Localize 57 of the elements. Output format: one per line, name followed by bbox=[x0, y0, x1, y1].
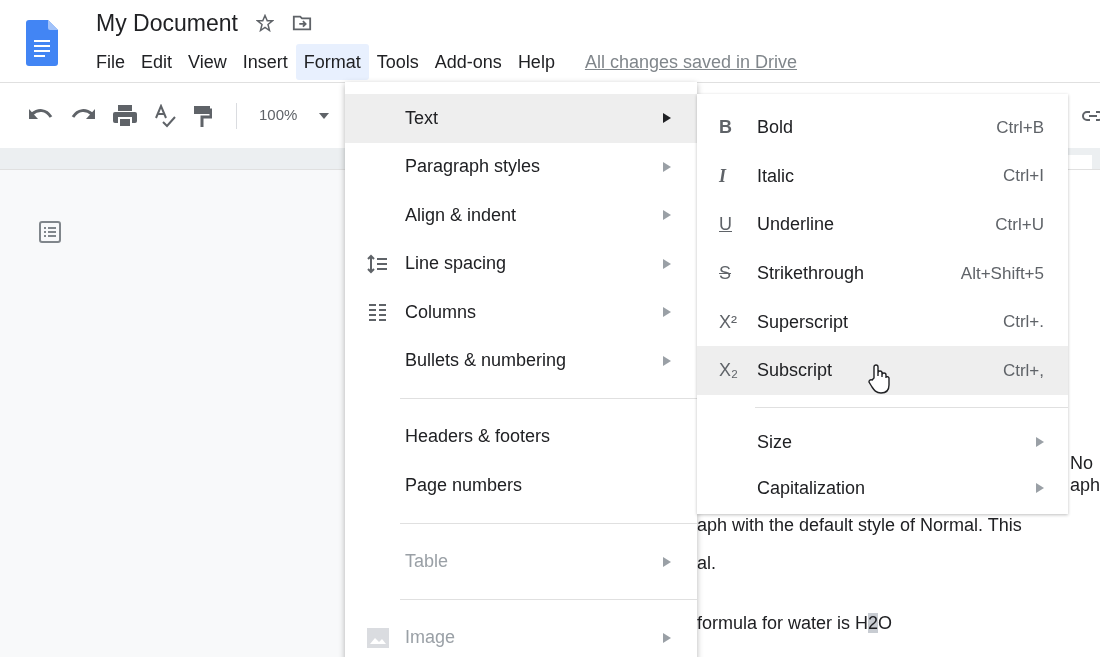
menu-item[interactable]: Text bbox=[345, 94, 697, 143]
menu-item[interactable]: Tools bbox=[368, 44, 427, 80]
shortcut-text: Ctrl+, bbox=[1002, 360, 1044, 383]
menu-item[interactable]: B Bold Ctrl+B bbox=[697, 103, 1068, 152]
menu-item[interactable]: File bbox=[88, 44, 133, 80]
menu-item[interactable]: X² Superscript Ctrl+. bbox=[697, 297, 1068, 347]
document-text-line: aph with the default style of Normal. This bbox=[696, 514, 1022, 536]
menu-item[interactable]: Help bbox=[509, 44, 563, 80]
zoom-dropdown[interactable]: 100% bbox=[259, 104, 330, 127]
format-glyph-icon: U bbox=[719, 211, 732, 239]
shortcut-text: Ctrl+B bbox=[996, 116, 1044, 139]
menu-item[interactable]: Bullets & numbering bbox=[345, 336, 697, 385]
menu-item[interactable]: Size bbox=[697, 419, 1068, 466]
menu-item[interactable]: X₂ Subscript Ctrl+, bbox=[697, 346, 1068, 396]
star-icon[interactable] bbox=[255, 14, 274, 32]
menu-item[interactable]: Line spacing bbox=[345, 239, 697, 288]
document-text-line: formula for water is H2O bbox=[696, 612, 893, 634]
document-text-line: al. bbox=[696, 552, 716, 574]
shortcut-text: Alt+Shift+5 bbox=[960, 262, 1044, 285]
document-title[interactable]: My Document bbox=[96, 5, 238, 41]
paint-format-icon[interactable] bbox=[192, 103, 212, 128]
line-spacing-icon bbox=[367, 253, 389, 274]
menu-item[interactable]: Columns bbox=[345, 288, 697, 337]
menu-item[interactable]: Add-ons bbox=[426, 44, 510, 80]
menu-item[interactable]: S Strikethrough Alt+Shift+5 bbox=[697, 249, 1068, 298]
shortcut-text: Ctrl+U bbox=[995, 213, 1044, 236]
spellcheck-icon[interactable] bbox=[154, 103, 176, 128]
menu-item[interactable]: Paragraph styles bbox=[345, 142, 697, 191]
shortcut-text: Ctrl+. bbox=[1002, 311, 1044, 334]
print-icon[interactable] bbox=[112, 103, 138, 128]
outline-icon[interactable] bbox=[38, 220, 62, 244]
menu-item[interactable]: Edit bbox=[133, 44, 181, 80]
menu-item[interactable]: U Underline Ctrl+U bbox=[697, 200, 1068, 250]
folder-icon[interactable] bbox=[291, 14, 312, 32]
format-glyph-icon: B bbox=[719, 113, 732, 141]
format-glyph-icon: I bbox=[719, 162, 726, 190]
shortcut-text: Ctrl+I bbox=[1002, 165, 1044, 188]
image-icon bbox=[367, 627, 389, 648]
menu-item[interactable]: Align & indent bbox=[345, 191, 697, 240]
format-glyph-icon: X₂ bbox=[719, 357, 738, 385]
menu-item[interactable]: Page numbers bbox=[345, 461, 697, 510]
docs-logo-icon[interactable] bbox=[26, 20, 58, 66]
columns-icon bbox=[367, 302, 389, 323]
menu-item[interactable]: Insert bbox=[234, 44, 296, 80]
menu-item[interactable]: Format bbox=[295, 44, 369, 80]
format-glyph-icon: X² bbox=[719, 308, 737, 336]
hand-cursor-icon bbox=[868, 364, 890, 394]
menu-item[interactable]: Headers & footers bbox=[345, 412, 697, 462]
format-glyph-icon: S bbox=[719, 259, 731, 287]
document-text-line: aph bbox=[1069, 474, 1100, 496]
link-icon[interactable] bbox=[1082, 108, 1100, 123]
menu-item[interactable]: I Italic Ctrl+I bbox=[697, 151, 1068, 201]
caret-icon bbox=[319, 112, 330, 119]
menu-item[interactable]: View bbox=[180, 44, 235, 80]
menu-item[interactable]: Capitalization bbox=[697, 465, 1068, 512]
save-status-link[interactable]: All changes saved in Drive bbox=[584, 48, 797, 76]
document-text-line: No bbox=[1069, 452, 1093, 474]
